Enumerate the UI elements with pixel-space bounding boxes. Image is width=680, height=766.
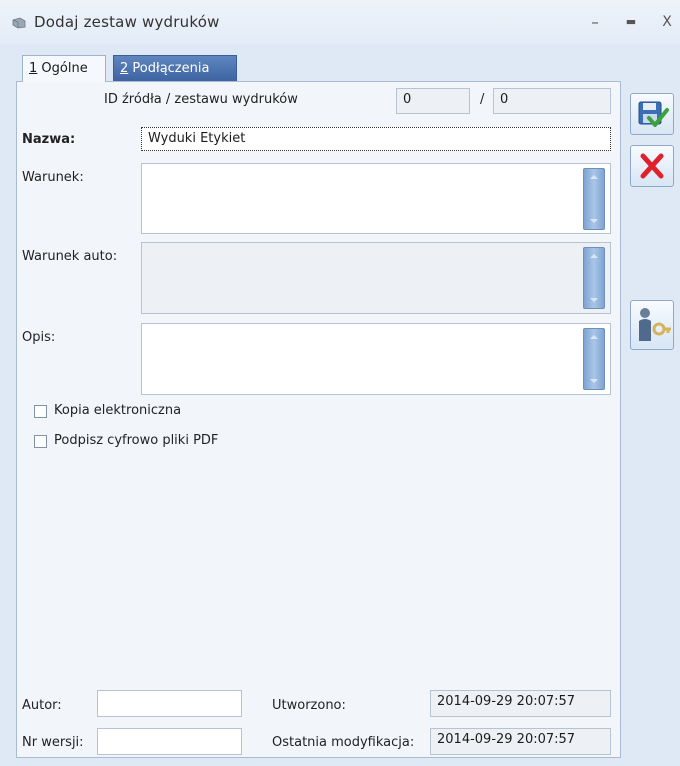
created-label: Utworzono: (272, 698, 346, 713)
modified-field[interactable]: 2014-09-29 20:07:57 (430, 728, 611, 755)
cancel-button[interactable] (630, 145, 674, 187)
user-key-icon (639, 308, 671, 341)
tab-general-label: Ogólne (37, 61, 88, 76)
author-field[interactable] (97, 690, 242, 717)
cancel-icon (640, 153, 664, 179)
minimize-button[interactable]: – (584, 12, 606, 32)
author-label: Autor: (22, 698, 62, 713)
version-label: Nr wersji: (22, 735, 84, 750)
electronic-copy-checkbox[interactable] (34, 405, 47, 418)
auto-condition-textarea[interactable] (141, 242, 611, 314)
auto-condition-label: Warunek auto: (22, 249, 118, 264)
auto-condition-scrollbar[interactable] (583, 247, 605, 309)
created-field[interactable]: 2014-09-29 20:07:57 (430, 690, 611, 717)
window-title: Dodaj zestaw wydruków (34, 13, 220, 31)
name-field[interactable]: Wyduki Etykiet (141, 127, 611, 151)
condition-scrollbar[interactable] (583, 168, 605, 230)
tab-general[interactable]: 1 Ogólne (22, 55, 106, 82)
id-separator: / (480, 92, 485, 107)
description-textarea[interactable] (141, 323, 611, 395)
description-scrollbar[interactable] (583, 328, 605, 390)
sign-pdf-checkbox[interactable] (34, 435, 47, 448)
condition-textarea[interactable] (141, 163, 611, 234)
id-label: ID źródła / zestawu wydruków (104, 92, 298, 107)
description-label: Opis: (22, 330, 56, 345)
id-source-field[interactable]: 0 (396, 88, 470, 114)
maximize-button[interactable]: ▬ (620, 12, 642, 32)
user-key-button[interactable] (630, 300, 674, 350)
save-button[interactable] (630, 93, 674, 135)
window-app-icon (12, 17, 26, 29)
id-set-field[interactable]: 0 (493, 88, 611, 114)
tab-connections[interactable]: 2 Podłączenia (113, 55, 237, 82)
save-icon (638, 101, 669, 127)
sign-pdf-label: Podpisz cyfrowo pliki PDF (54, 433, 219, 448)
close-button[interactable]: X (656, 12, 678, 32)
name-label: Nazwa: (22, 132, 76, 147)
tab-connections-label: Podłączenia (128, 61, 210, 76)
condition-label: Warunek: (22, 170, 84, 185)
version-field[interactable] (97, 728, 242, 755)
modified-label: Ostatnia modyfikacja: (272, 735, 415, 750)
electronic-copy-label: Kopia elektroniczna (54, 403, 182, 418)
